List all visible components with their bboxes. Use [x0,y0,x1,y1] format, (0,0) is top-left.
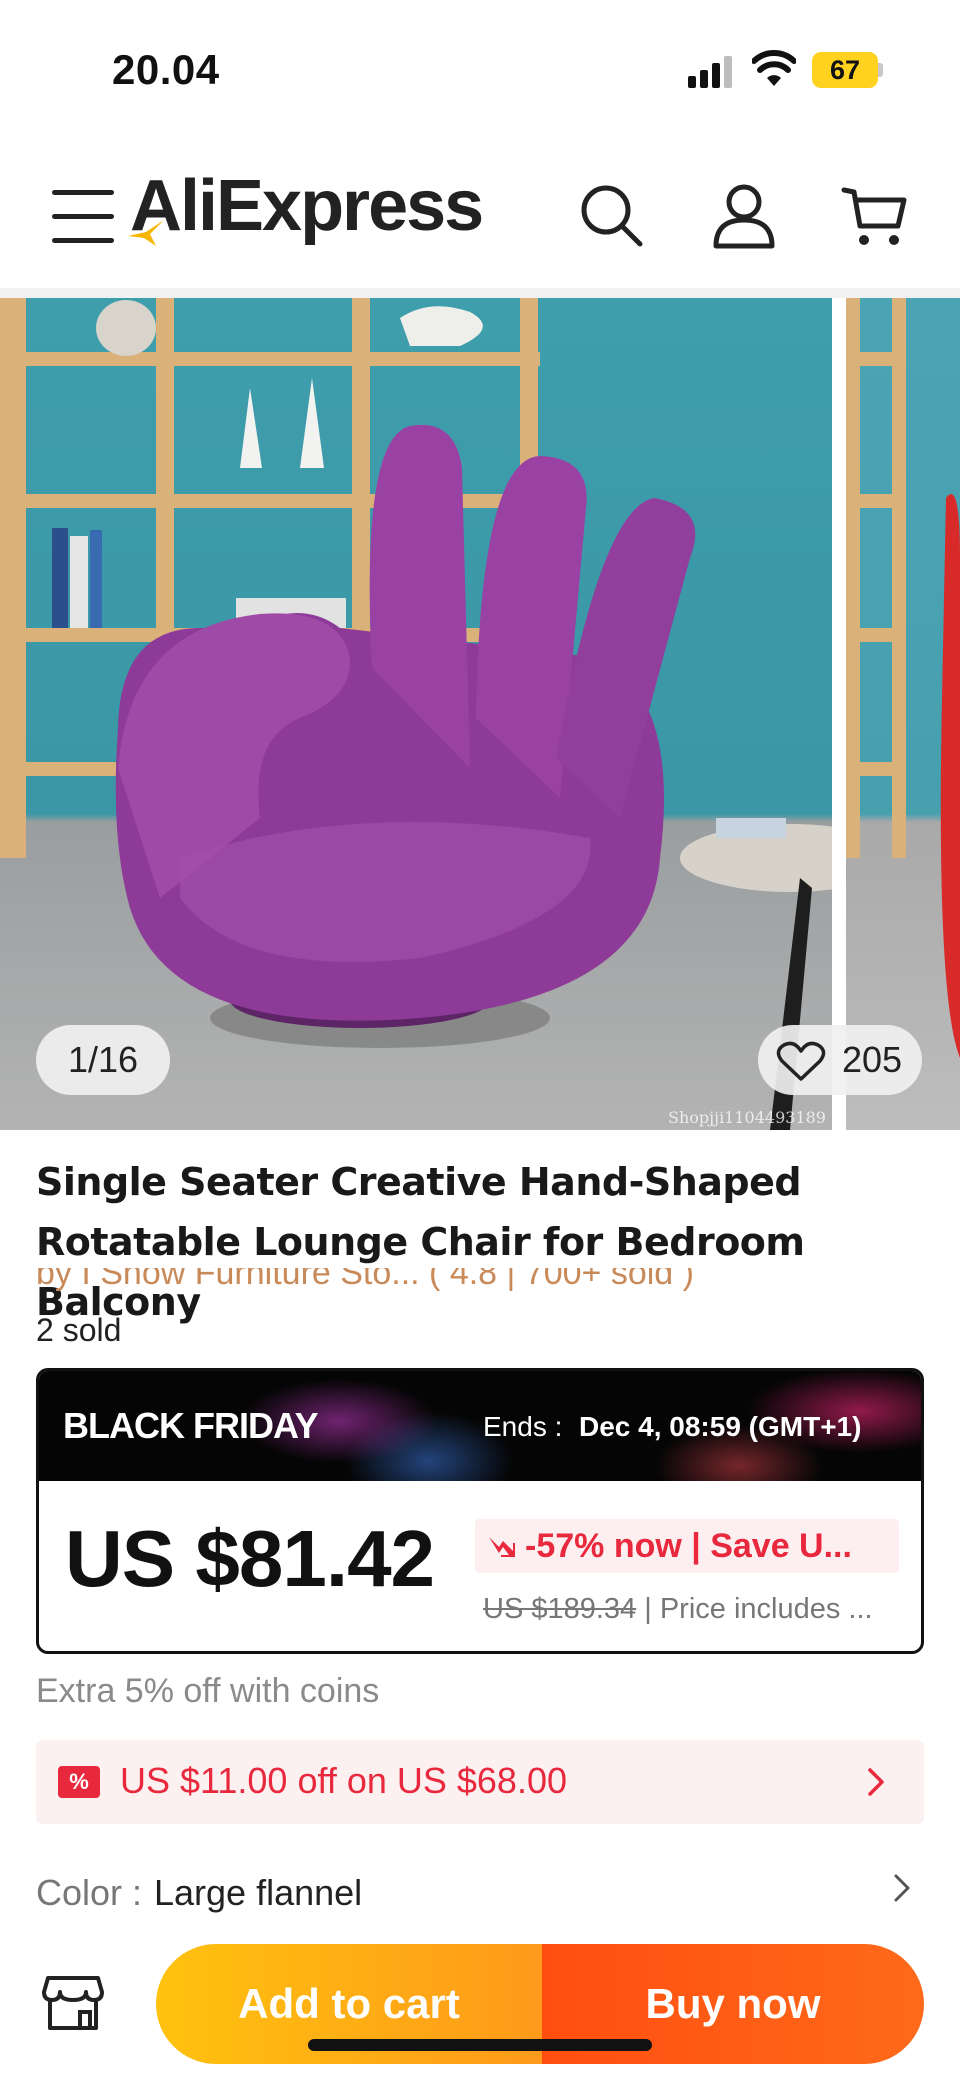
original-price: US $189.34 [483,1593,637,1625]
store-info[interactable]: by I Show Furniture Sto... ( 4.8 | 700+ … [36,1268,916,1294]
wishlist-button[interactable]: 205 [758,1025,922,1095]
aliexpress-logo[interactable]: AliExpress [130,170,484,242]
store-info-text: by I Show Furniture Sto... ( 4.8 | 700+ … [36,1268,694,1292]
gallery-gap [832,298,846,1130]
chevron-right-icon [894,1874,910,1902]
color-value: Large flannel [154,1872,363,1913]
chair-illustration [0,298,832,1130]
color-label: Color : [36,1872,143,1913]
product-gallery[interactable]: 1/16 205 Shopjji1104493189 [0,298,960,1130]
bottom-action-bar: Add to cart Buy now [0,1930,960,2079]
search-icon[interactable] [576,180,648,252]
promo-banner: BLACK FRIDAY Ends : Dec 4, 08:59 (GMT+1) [39,1371,921,1481]
app-header: AliExpress [0,140,960,298]
coupon-icon: % [58,1766,100,1798]
photo-watermark: Shopjji1104493189 [668,1108,826,1127]
discount-text: -57% now | Save U... [525,1527,852,1565]
image-counter: 1/16 [36,1025,170,1095]
price-meta: US $189.34 | Price includes ... [483,1593,873,1626]
heart-icon [776,1041,826,1081]
coins-offer: Extra 5% off with coins [36,1672,380,1710]
coupon-text: US $11.00 off on US $68.00 [120,1760,567,1801]
logo-star-icon [128,220,164,246]
next-photo-illustration [846,298,960,1058]
status-bar: 20.04 67 [0,0,960,140]
price-card: BLACK FRIDAY Ends : Dec 4, 08:59 (GMT+1)… [36,1368,924,1654]
product-photo-main[interactable] [0,298,832,1130]
price-note[interactable]: Price includes ... [660,1593,873,1625]
header-divider [0,288,960,298]
promo-title: BLACK FRIDAY [63,1405,319,1446]
wishlist-count: 205 [842,1039,903,1080]
store-icon[interactable] [42,1970,104,2032]
signal-icon [688,56,736,88]
price-separator: | [644,1593,652,1625]
color-selector[interactable]: Color : Large flannel [36,1868,924,1924]
home-indicator [308,2039,652,2051]
battery-cap [878,63,883,77]
current-price: US $81.42 [65,1514,435,1603]
price-drop-icon [489,1537,515,1557]
product-photo-next[interactable] [846,298,960,1130]
promo-ends-label: Ends : [483,1411,563,1442]
menu-icon[interactable] [52,190,114,244]
sold-count: 2 sold [36,1312,122,1348]
discount-badge: -57% now | Save U... [475,1519,899,1573]
status-time: 20.04 [112,46,220,93]
product-title: Single Seater Creative Hand-Shaped Rotat… [36,1160,805,1324]
battery-indicator: 67 [812,52,878,88]
coupon-bar[interactable]: % US $11.00 off on US $68.00 [36,1740,924,1824]
wifi-icon [752,50,796,86]
cart-icon[interactable] [838,180,910,252]
account-icon[interactable] [708,180,780,252]
chevron-right-icon [868,1768,884,1796]
promo-ends-value: Dec 4, 08:59 (GMT+1) [579,1411,862,1442]
